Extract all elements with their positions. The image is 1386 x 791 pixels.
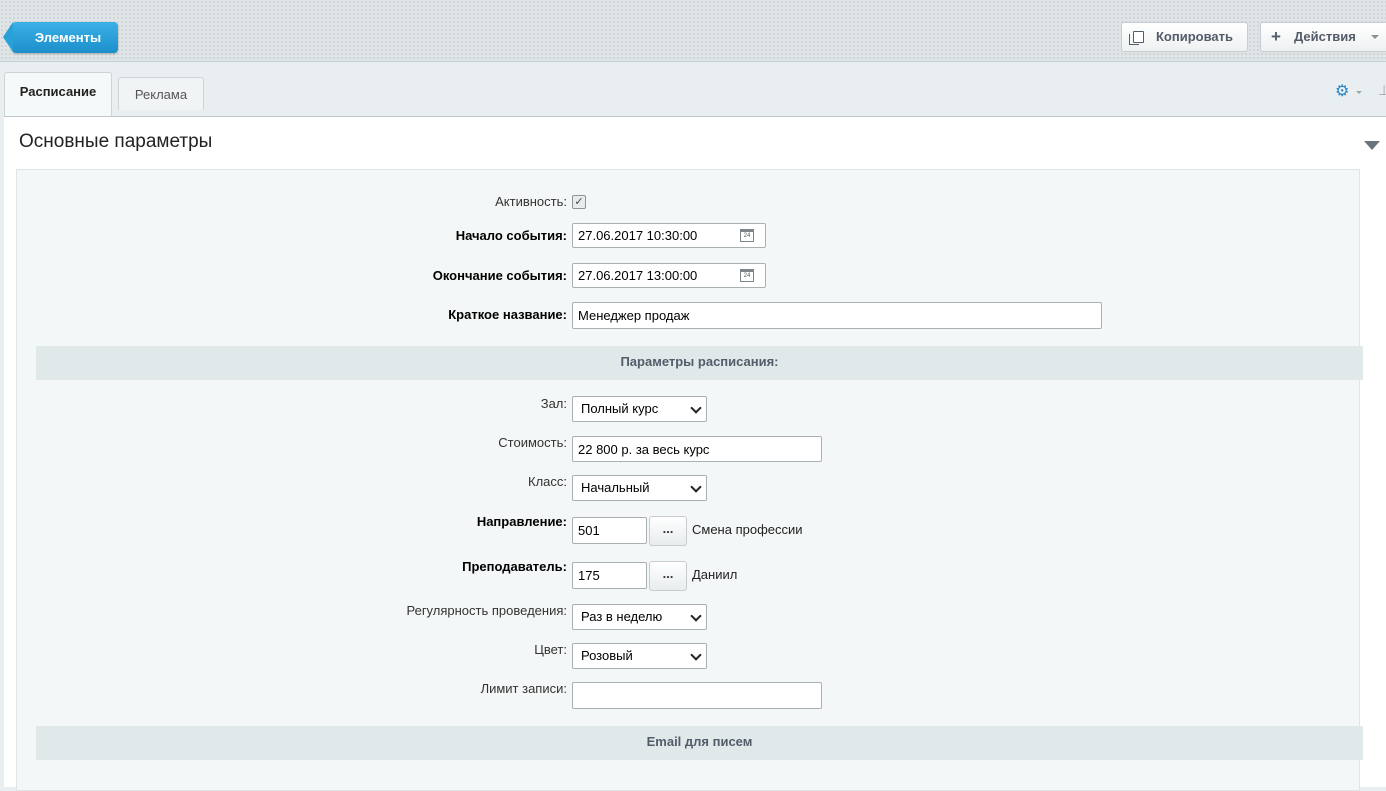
pin-icon[interactable]: ⊥ (1378, 82, 1386, 100)
price-input[interactable] (572, 436, 822, 462)
chevron-down-icon (1371, 35, 1379, 39)
color-label: Цвет: (534, 642, 567, 657)
regularity-select-value: Раз в неделю (581, 609, 663, 624)
color-select-value: Розовый (581, 648, 633, 663)
chevron-down-icon (690, 610, 702, 622)
tab-advertising[interactable]: Реклама (118, 77, 204, 110)
limit-input[interactable] (572, 682, 822, 709)
teacher-label: Преподаватель: (462, 559, 567, 574)
form-container: Активность: ✓ Начало события: 24 Окончан… (16, 169, 1363, 791)
chevron-down-icon (690, 649, 702, 661)
section-title: Основные параметры (19, 131, 213, 152)
collapse-arrow-icon[interactable] (1364, 141, 1380, 150)
hall-select[interactable]: Полный курс (572, 396, 707, 422)
content-panel: Основные параметры Активность: ✓ Начало … (4, 116, 1386, 791)
short-name-input[interactable] (572, 302, 1102, 329)
end-datetime-input[interactable] (572, 263, 766, 288)
direction-name: Смена профессии (692, 522, 803, 537)
chevron-down-icon (690, 402, 702, 414)
copy-button[interactable]: Копировать (1121, 22, 1248, 52)
hall-label: Зал: (540, 396, 567, 411)
tab-bar: Расписание Реклама (0, 62, 1386, 120)
class-select-value: Начальный (581, 480, 650, 495)
class-select[interactable]: Начальный (572, 475, 707, 501)
active-checkbox[interactable]: ✓ (572, 195, 586, 209)
copy-button-label: Копировать (1156, 29, 1234, 44)
chevron-down-icon (690, 481, 702, 493)
active-label: Активность: (495, 194, 567, 209)
hall-select-value: Полный курс (581, 401, 659, 416)
gear-chevron-down-icon[interactable] (1356, 91, 1362, 94)
direction-label: Направление: (476, 514, 567, 529)
start-datetime-input[interactable] (572, 223, 766, 248)
regularity-label: Регулярность проведения: (406, 603, 567, 618)
color-select[interactable]: Розовый (572, 643, 707, 669)
price-label: Стоимость: (498, 435, 567, 450)
direction-id-input[interactable] (572, 517, 647, 544)
regularity-select[interactable]: Раз в неделю (572, 604, 707, 630)
short-name-label: Краткое название: (448, 307, 567, 322)
class-label: Класс: (528, 474, 567, 489)
tab-schedule[interactable]: Расписание (4, 72, 112, 120)
teacher-name: Даниил (692, 567, 738, 582)
plus-icon: + (1271, 27, 1281, 46)
gear-icon[interactable]: ⚙ (1335, 84, 1349, 100)
schedule-params-header: Параметры расписания: (36, 346, 1363, 380)
calendar-icon[interactable]: 24 (740, 229, 754, 242)
elements-back-button[interactable]: Элементы (3, 22, 118, 53)
start-label: Начало события: (455, 228, 567, 243)
direction-browse-button[interactable]: ... (649, 516, 687, 546)
email-header: Email для писем (36, 726, 1363, 760)
teacher-id-input[interactable] (572, 562, 647, 589)
copy-icon (1129, 31, 1144, 45)
limit-label: Лимит записи: (480, 681, 567, 696)
teacher-browse-button[interactable]: ... (649, 561, 687, 591)
top-toolbar: Элементы Копировать + Действия (0, 0, 1386, 62)
actions-button-label: Действия (1294, 29, 1356, 44)
end-label: Окончание события: (432, 268, 567, 283)
calendar-icon[interactable]: 24 (740, 269, 754, 282)
actions-button[interactable]: + Действия (1260, 22, 1386, 52)
